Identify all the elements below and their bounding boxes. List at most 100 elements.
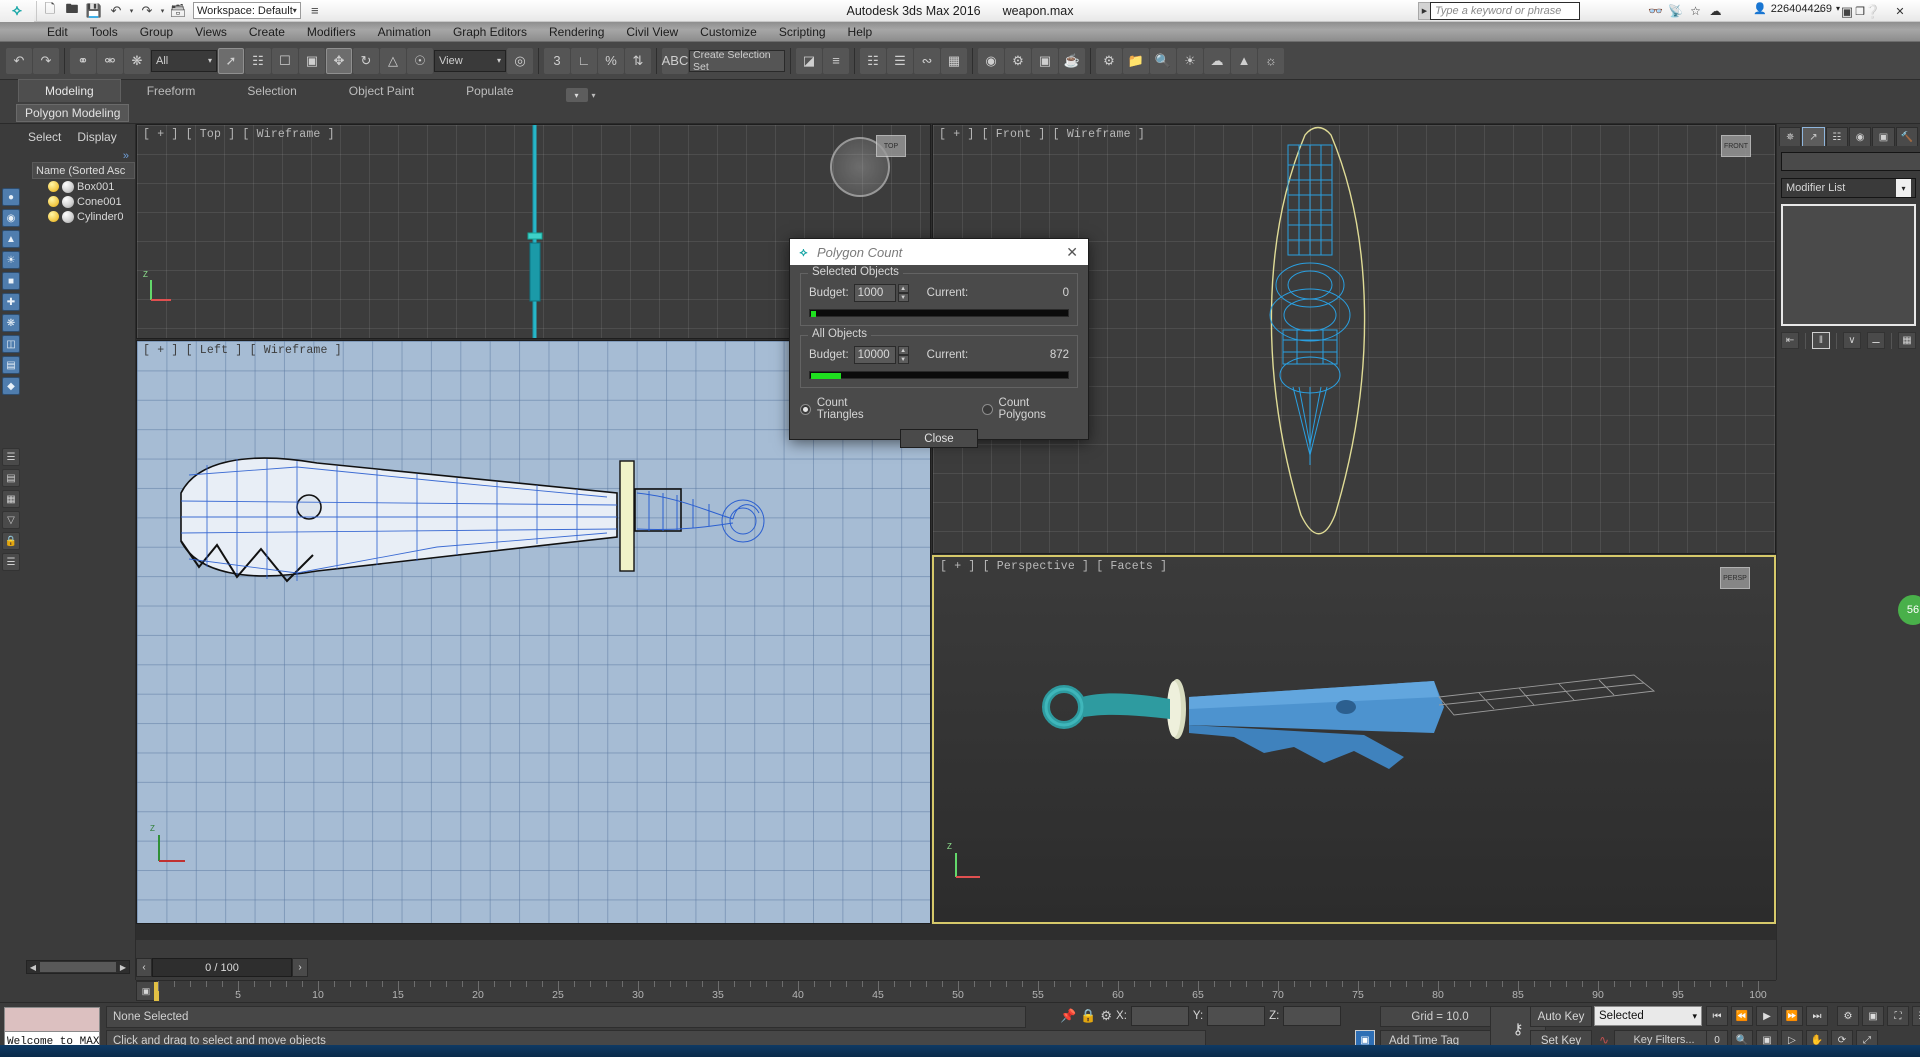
- remove-modifier-icon[interactable]: ⚊: [1866, 332, 1885, 349]
- menu-item-tools[interactable]: Tools: [79, 22, 129, 42]
- adaptive-degradation-icon[interactable]: ▲: [1231, 47, 1257, 74]
- key-mode-combo[interactable]: Selected ▾: [1594, 1006, 1702, 1026]
- zoom-extents-icon[interactable]: ⛶: [1887, 1006, 1909, 1026]
- current-frame-label[interactable]: 0 / 100: [152, 958, 292, 977]
- scroll-right-icon[interactable]: ▶: [117, 963, 129, 972]
- time-slider[interactable]: ‹ 0 / 100 ›: [136, 958, 308, 977]
- next-frame-icon[interactable]: ⏩: [1781, 1006, 1803, 1026]
- menu-item-views[interactable]: Views: [184, 22, 238, 42]
- list-icon[interactable]: ▤: [2, 469, 20, 487]
- hierarchy-tab[interactable]: ☷: [1825, 127, 1848, 146]
- display-all-icon[interactable]: ●: [2, 188, 20, 206]
- spinner-snap-toggle-icon[interactable]: ⇅: [625, 47, 651, 74]
- toggle-ribbon-icon[interactable]: ☰: [887, 47, 913, 74]
- show-end-result-icon[interactable]: ‖: [1811, 332, 1830, 349]
- max-application-button[interactable]: ⟡: [0, 0, 34, 22]
- render-in-cloud-icon[interactable]: ☁: [1204, 47, 1230, 74]
- edit-named-selection-sets-icon[interactable]: ABC: [662, 47, 688, 74]
- star-icon[interactable]: ☆: [1687, 2, 1704, 20]
- viewport-label-perspective[interactable]: [ + ] [ Perspective ] [ Facets ]: [940, 560, 1167, 573]
- cloud-icon[interactable]: ☁: [1707, 2, 1724, 20]
- key-filter-toggle-icon[interactable]: ▣: [136, 981, 156, 1001]
- snaps-toggle-icon[interactable]: 3: [544, 47, 570, 74]
- zoom-region-icon[interactable]: ▣: [1862, 1006, 1884, 1026]
- redo-dropdown-icon[interactable]: ▾: [158, 1, 167, 21]
- menu-item-civil-view[interactable]: Civil View: [615, 22, 689, 42]
- explorer-column-header[interactable]: Name (Sorted Asc: [32, 162, 135, 179]
- explorer-horizontal-scrollbar[interactable]: ◀ ▶: [26, 960, 130, 974]
- chevron-down-icon[interactable]: ▾: [592, 91, 596, 100]
- ribbon-subtab-polygon-modeling[interactable]: Polygon Modeling: [16, 103, 130, 122]
- new-file-icon[interactable]: 🗋: [39, 1, 61, 21]
- close-button[interactable]: Close: [900, 429, 978, 448]
- undo-dropdown-icon[interactable]: ▾: [127, 1, 136, 21]
- select-and-rotate-icon[interactable]: ↻: [353, 47, 379, 74]
- go-to-start-icon[interactable]: ⏮: [1706, 1006, 1728, 1026]
- display-bones-icon[interactable]: ◆: [2, 377, 20, 395]
- display-helpers-icon[interactable]: ✚: [2, 293, 20, 311]
- search-input[interactable]: Type a keyword or phrase: [1430, 2, 1580, 20]
- all-budget-input[interactable]: 10000: [853, 346, 896, 364]
- minimize-button[interactable]: –: [1800, 0, 1840, 22]
- maximize-button[interactable]: ❐: [1840, 0, 1880, 22]
- display-shapes-icon[interactable]: ▲: [2, 230, 20, 248]
- list-item[interactable]: Cylinder0: [32, 209, 135, 224]
- schematic-view-icon[interactable]: ▦: [941, 47, 967, 74]
- view-cube-front[interactable]: FRONT: [1721, 135, 1761, 169]
- go-to-end-icon[interactable]: ⏭: [1806, 1006, 1828, 1026]
- layers-icon[interactable]: ☰: [2, 553, 20, 571]
- select-object-icon[interactable]: ➚: [218, 47, 244, 74]
- selection-lock-pin-icon[interactable]: 📌: [1060, 1008, 1076, 1024]
- select-by-name-icon[interactable]: ☷: [245, 47, 271, 74]
- percent-snap-toggle-icon[interactable]: %: [598, 47, 624, 74]
- ribbon-tab-object-paint[interactable]: Object Paint: [323, 80, 440, 102]
- curve-editor-icon[interactable]: ∾: [914, 47, 940, 74]
- z-field[interactable]: [1283, 1006, 1342, 1026]
- undo-icon[interactable]: ↶: [6, 47, 32, 74]
- menu-item-create[interactable]: Create: [238, 22, 296, 42]
- menu-item-scripting[interactable]: Scripting: [768, 22, 837, 42]
- filter-icon[interactable]: ▽: [2, 511, 20, 529]
- timeline-ruler[interactable]: ▣ 5 10 15 20 25 30 35 40 45 50 55 60 65 70 75 80 85 90 95 1…: [136, 980, 1776, 1002]
- view-cube-perspective[interactable]: PERSP: [1720, 567, 1760, 601]
- viewport-label-top[interactable]: [ + ] [ Top ] [ Wireframe ]: [143, 128, 335, 141]
- material-editor-icon[interactable]: ◉: [978, 47, 1004, 74]
- previous-frame-icon[interactable]: ⏪: [1731, 1006, 1753, 1026]
- lock-icon[interactable]: 🔒: [1080, 1008, 1096, 1024]
- unlink-icon[interactable]: ⚮: [97, 47, 123, 74]
- ribbon-tab-populate[interactable]: Populate: [440, 80, 539, 102]
- display-lights-icon[interactable]: ☀: [2, 251, 20, 269]
- binoculars-icon[interactable]: 👓: [1647, 2, 1664, 20]
- display-space-warps-icon[interactable]: ❋: [2, 314, 20, 332]
- angle-snap-toggle-icon[interactable]: ∟: [571, 47, 597, 74]
- explorer-menu-select[interactable]: Select: [28, 130, 61, 144]
- menu-item-edit[interactable]: Edit: [36, 22, 79, 42]
- create-tab[interactable]: ✵: [1779, 127, 1802, 146]
- search-dropdown-icon[interactable]: ▶: [1418, 2, 1430, 20]
- count-polygons-label[interactable]: Count Polygons: [999, 397, 1078, 421]
- use-pivot-point-center-icon[interactable]: ◎: [507, 47, 533, 74]
- close-icon[interactable]: ✕: [1062, 244, 1082, 261]
- explorer-overflow-icon[interactable]: »: [22, 150, 135, 162]
- spinner-down-icon[interactable]: ▼: [897, 355, 909, 364]
- redo-icon[interactable]: ↷: [33, 47, 59, 74]
- auto-key-button[interactable]: Auto Key: [1530, 1006, 1592, 1027]
- sort-icon[interactable]: ☰: [2, 448, 20, 466]
- undo-icon[interactable]: ↶: [105, 1, 127, 21]
- redo-icon[interactable]: ↷: [136, 1, 158, 21]
- spinner-up-icon[interactable]: ▲: [897, 284, 909, 293]
- all-budget-spinner[interactable]: ▲ ▼: [897, 346, 909, 364]
- lightbulb-icon[interactable]: [48, 211, 59, 222]
- viewport-label-left[interactable]: [ + ] [ Left ] [ Wireframe ]: [143, 344, 342, 357]
- selected-budget-input[interactable]: 1000: [853, 284, 896, 302]
- align-icon[interactable]: ≡: [823, 47, 849, 74]
- explorer-menu-display[interactable]: Display: [77, 130, 116, 144]
- display-xrefs-icon[interactable]: ▤: [2, 356, 20, 374]
- modify-tab[interactable]: ↗: [1802, 127, 1825, 146]
- x-field[interactable]: [1130, 1006, 1189, 1026]
- lock-icon[interactable]: 🔒: [2, 532, 20, 550]
- menu-item-group[interactable]: Group: [129, 22, 184, 42]
- bind-space-warp-icon[interactable]: ❋: [124, 47, 150, 74]
- dialog-title-bar[interactable]: ⟡ Polygon Count ✕: [790, 239, 1088, 265]
- spinner-down-icon[interactable]: ▼: [897, 293, 909, 302]
